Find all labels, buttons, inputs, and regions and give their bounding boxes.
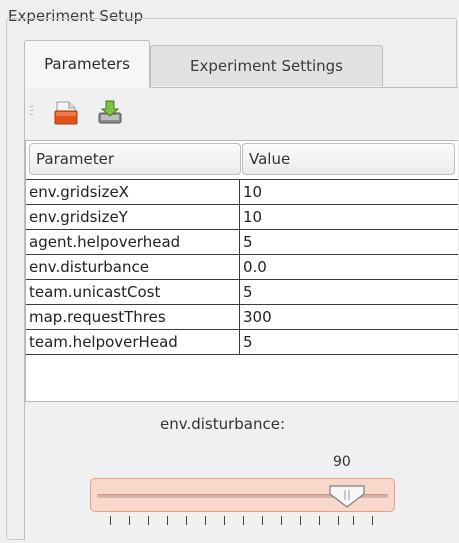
column-header-parameter[interactable]: Parameter [29, 143, 241, 175]
param-name-cell[interactable]: team.unicastCost [26, 280, 240, 304]
param-name-cell[interactable]: agent.helpoverhead [26, 230, 240, 254]
table-row[interactable]: env.gridsizeY 10 [26, 205, 458, 230]
open-file-button[interactable] [52, 98, 80, 126]
tab-parameters[interactable]: Parameters [24, 40, 150, 88]
param-value-cell[interactable]: 5 [240, 280, 458, 304]
slider-tick [243, 516, 244, 525]
toolbar-grip[interactable] [30, 106, 34, 120]
table-row[interactable]: team.unicastCost 5 [26, 280, 458, 305]
slider-tick [281, 516, 282, 525]
parameters-table: Parameter Value env.gridsizeX 10 env.gri… [25, 140, 458, 402]
slider-ticks [0, 516, 459, 526]
param-name-cell[interactable]: env.gridsizeX [26, 180, 240, 204]
table-body: env.gridsizeX 10 env.gridsizeY 10 agent.… [26, 179, 458, 355]
table-row[interactable]: team.helpoverHead 5 [26, 330, 458, 355]
slider-tick [129, 516, 130, 525]
tab-experiment-settings[interactable]: Experiment Settings [150, 45, 383, 86]
slider-tick [205, 516, 206, 525]
slider-tick [300, 516, 301, 525]
table-row[interactable]: map.requestThres 300 [26, 305, 458, 330]
save-download-icon [98, 100, 122, 124]
slider-label: env.disturbance: [160, 415, 286, 433]
column-header-value[interactable]: Value [242, 143, 455, 175]
slider-value: 90 [333, 454, 351, 470]
save-button[interactable] [96, 98, 124, 126]
slider-tick [110, 516, 111, 525]
param-name-cell[interactable]: team.helpoverHead [26, 330, 240, 354]
param-name-cell[interactable]: env.disturbance [26, 255, 240, 279]
param-value-cell[interactable]: 5 [240, 330, 458, 354]
table-row[interactable]: env.disturbance 0.0 [26, 255, 458, 280]
param-value-cell[interactable]: 0.0 [240, 255, 458, 279]
table-row[interactable]: env.gridsizeX 10 [26, 179, 458, 205]
table-row[interactable]: agent.helpoverhead 5 [26, 230, 458, 255]
param-value-cell[interactable]: 10 [240, 180, 458, 204]
slider-tick [372, 516, 373, 525]
slider-tick [167, 516, 168, 525]
slider-tick [353, 516, 354, 525]
param-value-cell[interactable]: 300 [240, 305, 458, 329]
disturbance-slider[interactable] [90, 478, 395, 512]
open-file-icon [54, 101, 78, 125]
slider-tick [319, 516, 320, 525]
slider-tick [224, 516, 225, 525]
param-value-cell[interactable]: 10 [240, 205, 458, 229]
param-name-cell[interactable]: env.gridsizeY [26, 205, 240, 229]
slider-tick [186, 516, 187, 525]
slider-handle[interactable] [327, 483, 367, 509]
param-value-cell[interactable]: 5 [240, 230, 458, 254]
slider-handle-icon [329, 485, 365, 508]
param-name-cell[interactable]: map.requestThres [26, 305, 240, 329]
slider-tick [338, 516, 339, 525]
slider-tick [262, 516, 263, 525]
slider-tick [148, 516, 149, 525]
